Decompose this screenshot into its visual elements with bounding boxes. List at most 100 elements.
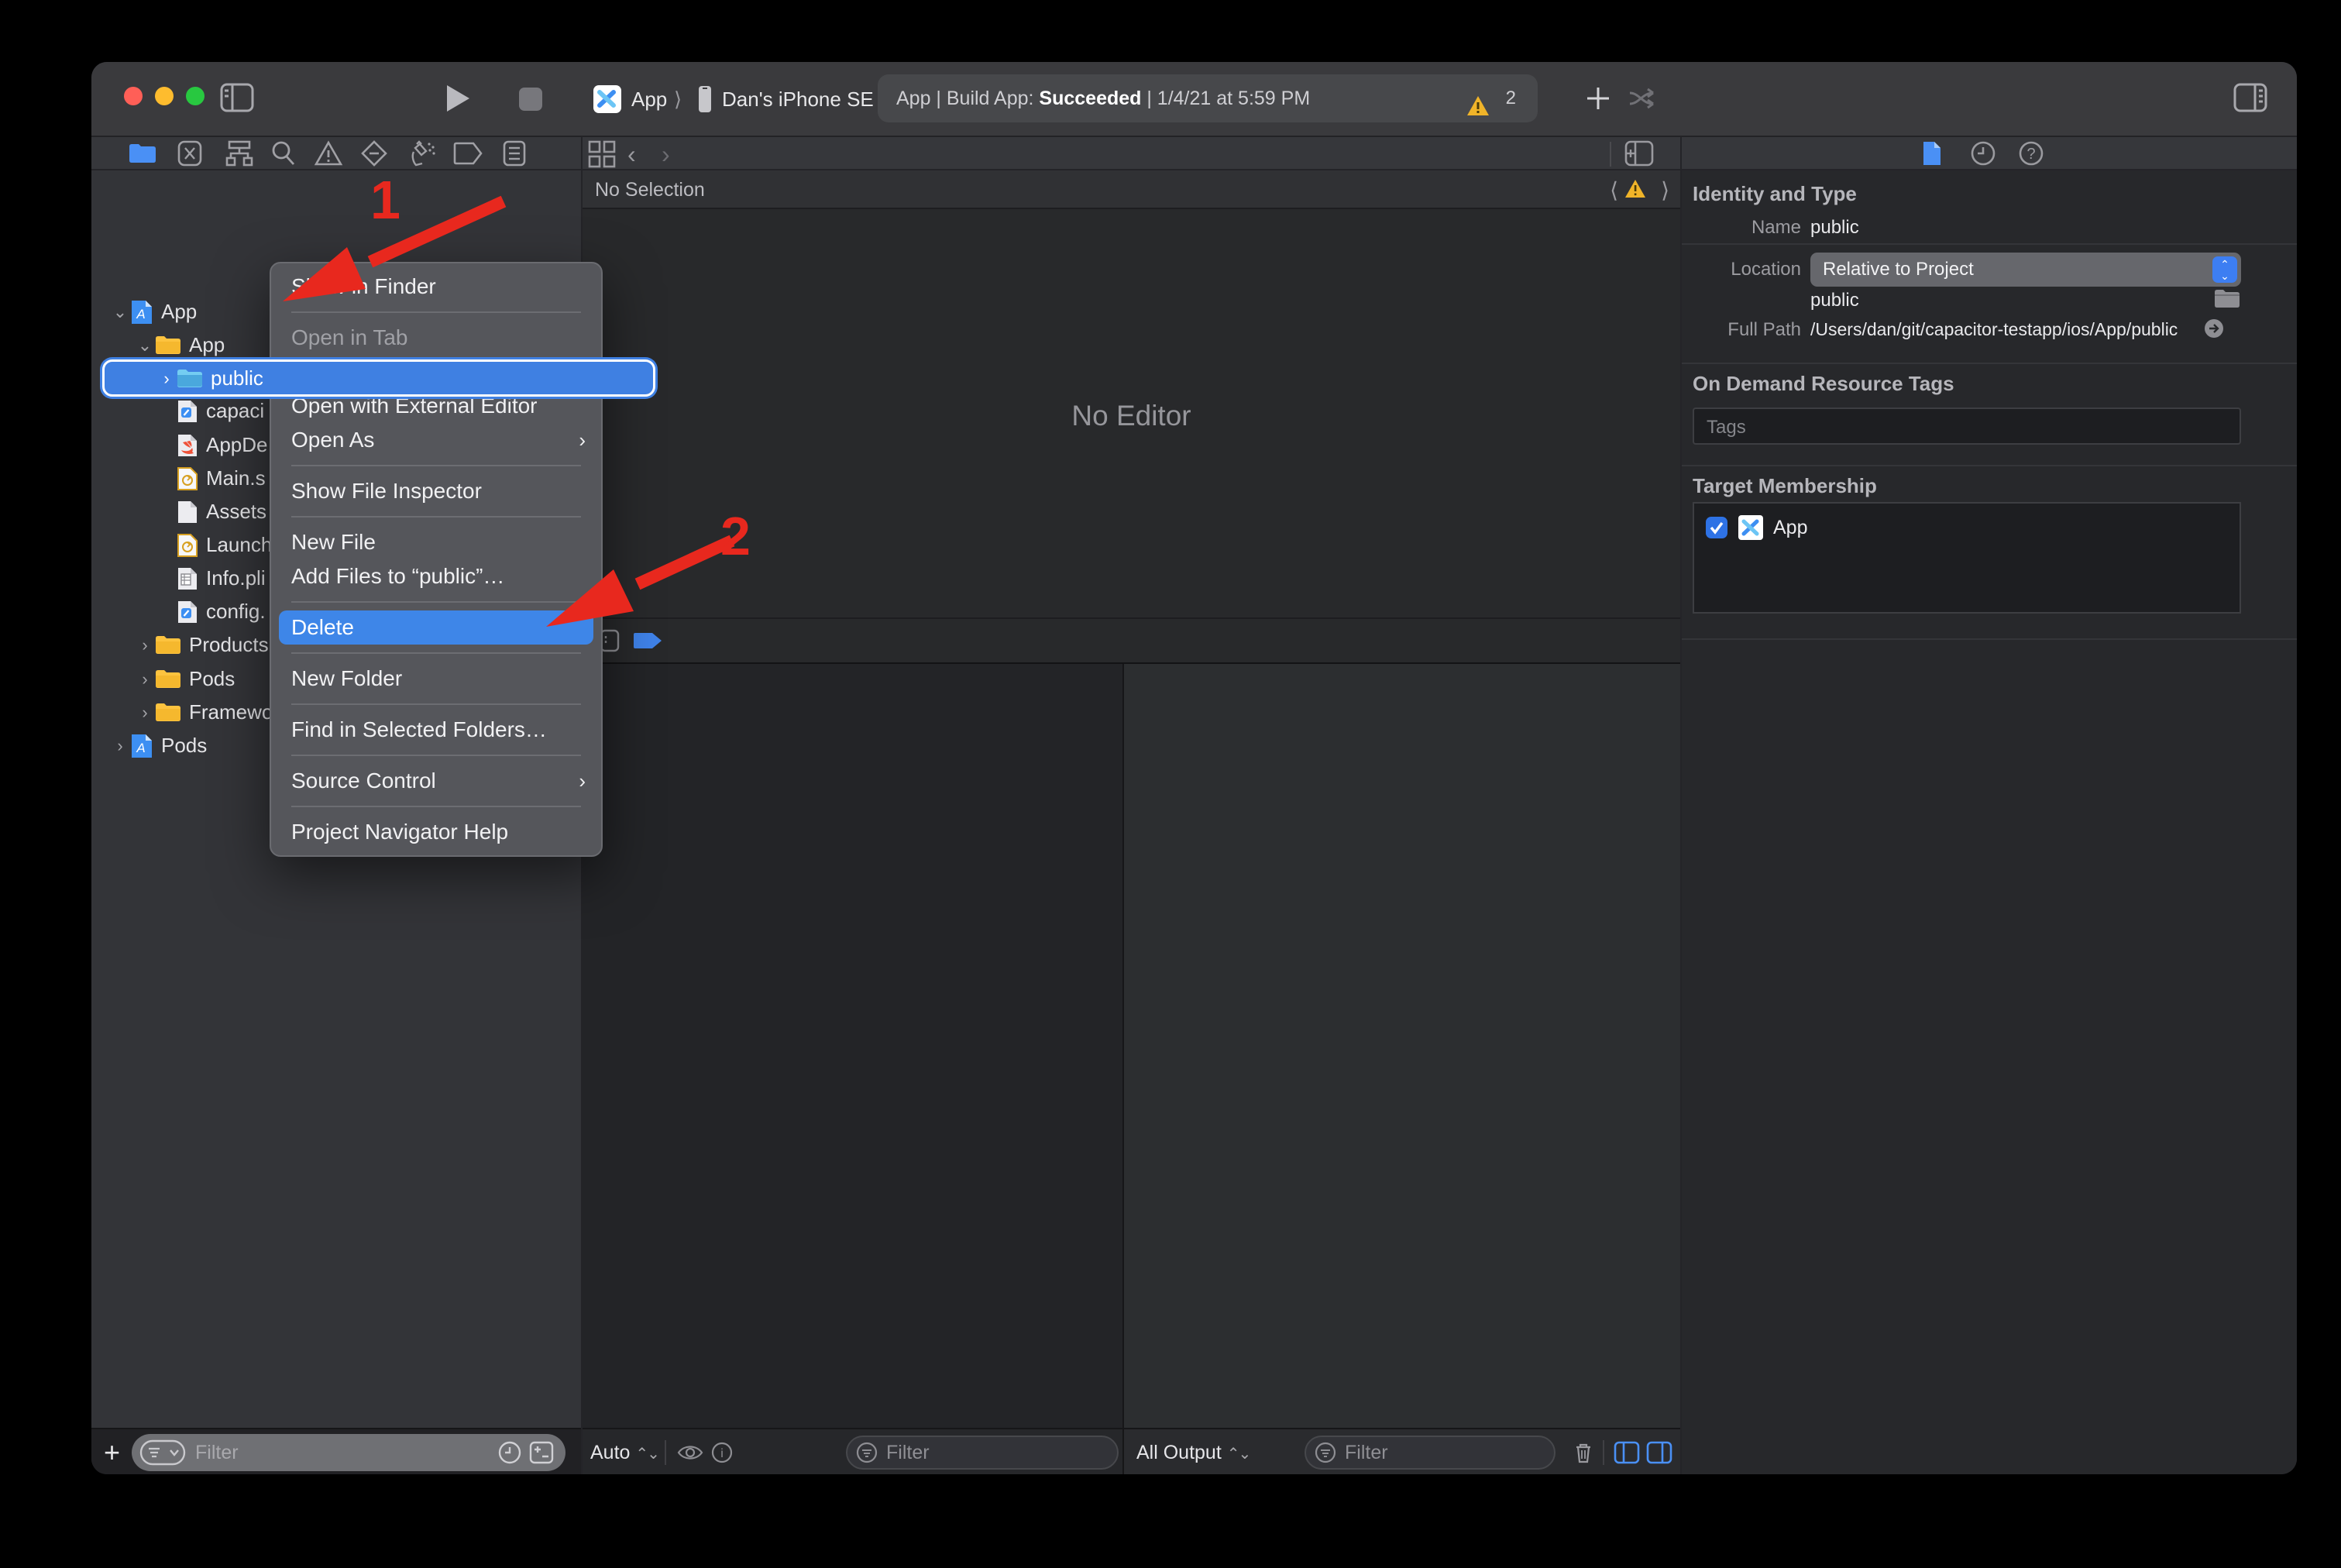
chevron-right-icon[interactable]: › (110, 736, 130, 756)
navigator-filter-field[interactable]: Filter (132, 1434, 565, 1471)
chevron-down-icon[interactable]: ⌄ (135, 335, 155, 356)
menu-item-show-in-finder[interactable]: Show in Finder (271, 270, 601, 304)
debug-bar (583, 617, 1680, 664)
breakpoint-navigator-icon[interactable] (452, 141, 483, 170)
svg-text:A: A (136, 307, 145, 322)
choose-folder-icon[interactable] (2214, 288, 2240, 310)
test-navigator-icon[interactable] (360, 139, 388, 171)
status-text-result: Succeeded (1039, 88, 1141, 109)
variables-scope-select[interactable]: Auto ⌃⌄ (590, 1429, 658, 1474)
toggle-variables-view-icon[interactable] (1614, 1441, 1640, 1464)
minimize-window-button[interactable] (155, 87, 174, 105)
source-control-navigator-icon[interactable] (177, 139, 203, 171)
menu-item-find-in-selected-folders[interactable]: Find in Selected Folders… (271, 713, 601, 747)
related-items-icon[interactable] (587, 139, 617, 173)
menu-item-project-navigator-help[interactable]: Project Navigator Help (271, 815, 601, 849)
chevron-right-icon[interactable]: › (135, 703, 155, 723)
app-scheme-icon[interactable] (593, 85, 621, 117)
tree-row-label[interactable]: Main.s (206, 466, 266, 490)
warning-count[interactable]: 2 (1506, 74, 1516, 122)
history-inspector-icon[interactable] (1969, 139, 1997, 171)
debug-panel-divider[interactable] (1122, 664, 1124, 1474)
membership-row[interactable]: App (1705, 514, 1807, 541)
location-label: Location (1677, 259, 1801, 280)
quick-help-inspector-icon[interactable]: ? (2017, 139, 2045, 171)
svg-text:i: i (720, 1447, 724, 1460)
tree-row-label[interactable]: capaci (206, 399, 264, 423)
jump-bar-warning-icon[interactable] (1624, 179, 1646, 203)
menu-item-open-as[interactable]: Open As› (271, 423, 601, 457)
chevron-right-icon[interactable]: › (135, 669, 155, 689)
console-filter-field[interactable]: Filter (1305, 1436, 1556, 1470)
tree-row-public[interactable]: › public (91, 362, 581, 395)
menu-item-source-control[interactable]: Source Control› (271, 764, 601, 798)
tree-row-label[interactable]: App (161, 300, 197, 324)
tags-field[interactable]: Tags (1693, 407, 2241, 445)
stop-button[interactable] (518, 87, 543, 112)
tree-row-label[interactable]: public (211, 366, 263, 390)
issue-navigator-icon[interactable] (314, 139, 343, 171)
scheme-name[interactable]: App (631, 62, 667, 137)
console-view[interactable] (1124, 664, 1680, 1428)
trash-icon[interactable] (1573, 1441, 1593, 1464)
jump-bar-text[interactable]: No Selection (595, 170, 705, 209)
report-navigator-icon[interactable] (502, 139, 527, 171)
name-value[interactable]: public (1810, 217, 1859, 239)
fullpath-label: Full Path (1677, 319, 1801, 341)
checkbox-checked-icon[interactable] (1705, 516, 1728, 539)
project-navigator-icon[interactable] (129, 142, 156, 169)
tree-row-label[interactable]: Launch (206, 533, 272, 557)
quicklook-eye-icon[interactable] (677, 1442, 703, 1463)
context-menu: Show in Finder Open in Tab Open in New W… (270, 262, 603, 857)
tree-row-label[interactable]: Info.pli (206, 566, 266, 590)
tree-row-label[interactable]: Framewo (189, 700, 273, 724)
next-issue-icon[interactable]: ⟩ (1661, 177, 1669, 203)
toggle-inspector-icon[interactable] (2233, 83, 2267, 112)
menu-item-delete[interactable]: Delete (279, 610, 593, 645)
tree-row-label[interactable]: Pods (161, 734, 207, 758)
add-file-button[interactable]: + (104, 1439, 120, 1466)
recents-clock-icon[interactable] (497, 1440, 522, 1465)
tree-row-label[interactable]: config. (206, 600, 266, 624)
open-path-arrow-icon[interactable] (2203, 318, 2225, 339)
toggle-console-view-icon[interactable] (1646, 1441, 1672, 1464)
add-editor-icon[interactable] (1624, 139, 1655, 171)
run-button[interactable] (445, 84, 471, 113)
odr-section-heading: On Demand Resource Tags (1693, 372, 1954, 396)
back-navigation-icon[interactable]: ‹ (627, 140, 636, 169)
tree-row-label[interactable]: Assets (206, 500, 266, 524)
add-toolbar-icon[interactable] (1585, 85, 1611, 112)
chevron-right-icon[interactable]: › (135, 635, 155, 655)
location-dropdown[interactable]: Relative to Project ⌃⌄ (1810, 253, 2241, 287)
debug-navigator-icon[interactable] (406, 139, 437, 172)
close-window-button[interactable] (124, 87, 143, 105)
tree-row-label[interactable]: AppDe (206, 433, 268, 457)
variables-filter-field[interactable]: Filter (846, 1436, 1119, 1470)
scm-status-filter-icon[interactable] (528, 1440, 555, 1465)
tree-row-label[interactable]: Pods (189, 667, 235, 691)
console-scope-select[interactable]: All Output ⌃⌄ (1136, 1429, 1250, 1474)
menu-item-new-file[interactable]: New File (271, 525, 601, 559)
tree-row-label[interactable]: App (189, 333, 225, 357)
forward-navigation-icon[interactable]: › (662, 140, 670, 169)
info-icon[interactable]: i (711, 1442, 733, 1463)
warning-triangle-icon[interactable] (1466, 87, 1490, 135)
symbol-navigator-icon[interactable] (225, 139, 254, 171)
menu-item-add-files[interactable]: Add Files to “public”… (271, 559, 601, 593)
menu-item-new-folder[interactable]: New Folder (271, 662, 601, 696)
chevron-down-icon[interactable]: ⌄ (110, 302, 130, 322)
prev-issue-icon[interactable]: ⟨ (1610, 177, 1618, 203)
breakpoints-toggle-icon[interactable] (632, 631, 663, 653)
file-inspector-icon[interactable] (1921, 139, 1943, 171)
editor-swap-icon[interactable] (1627, 87, 1664, 110)
annotation-step-2: 2 (720, 505, 751, 567)
chevron-right-icon[interactable]: › (156, 369, 177, 389)
find-navigator-icon[interactable] (270, 139, 297, 171)
run-destination[interactable]: Dan's iPhone SE (722, 62, 874, 137)
screenshot-stage: App ⟩ Dan's iPhone SE App | Build App: S… (0, 0, 2341, 1568)
menu-item-show-file-inspector[interactable]: Show File Inspector (271, 474, 601, 508)
toggle-navigator-icon[interactable] (220, 83, 254, 112)
tree-row-label[interactable]: Products (189, 633, 269, 657)
bar-divider (1603, 1440, 1604, 1465)
zoom-window-button[interactable] (186, 87, 205, 105)
